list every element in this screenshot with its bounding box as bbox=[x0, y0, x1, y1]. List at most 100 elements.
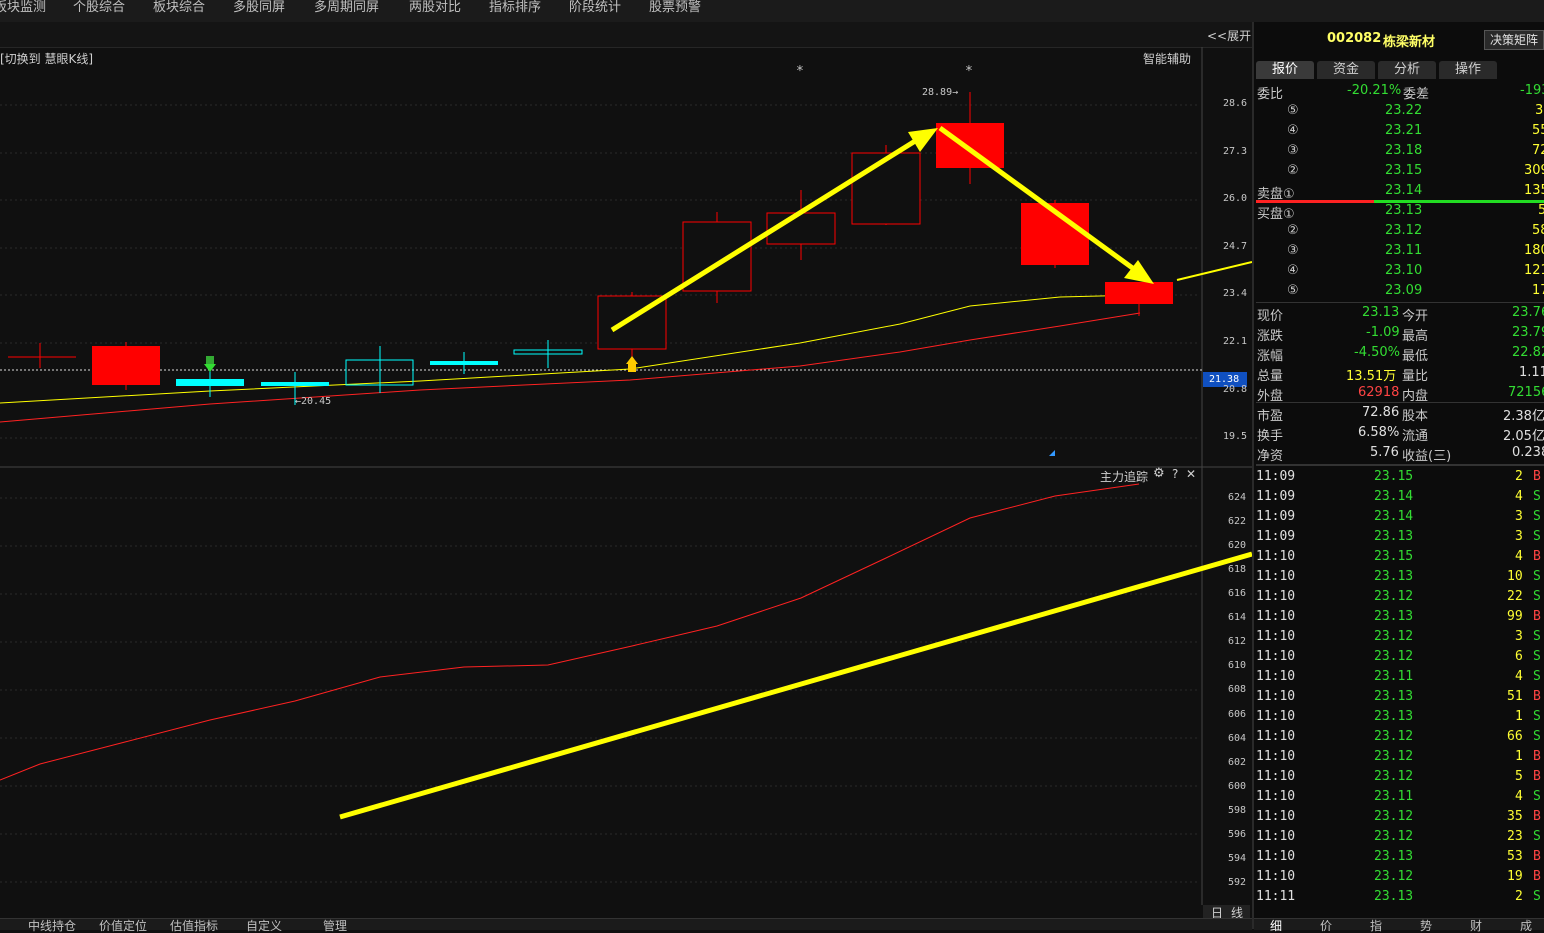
buy-signal-icon bbox=[628, 364, 636, 372]
tab-analysis[interactable]: 分析 bbox=[1378, 61, 1436, 79]
bottom-tab[interactable]: 价值定位 bbox=[99, 920, 147, 932]
tick-p: 23.13 bbox=[1374, 569, 1414, 584]
indicator-yaxis-tick: 614 bbox=[1228, 612, 1247, 623]
yaxis-tick: 23.4 bbox=[1223, 288, 1248, 299]
stat-value: 1.11 bbox=[1519, 365, 1544, 380]
indicator-yaxis-tick: 602 bbox=[1228, 757, 1247, 768]
indicator-yaxis-tick: 618 bbox=[1228, 564, 1247, 575]
tick-p: 23.13 bbox=[1374, 689, 1414, 704]
yaxis-tick: 24.7 bbox=[1223, 241, 1248, 252]
indicator-title: 主力追踪 bbox=[1100, 470, 1149, 484]
help-button[interactable]: ? bbox=[1172, 467, 1178, 481]
bid-price: 23.10 bbox=[1385, 263, 1423, 278]
tick-t: 11:10 bbox=[1256, 609, 1296, 624]
tick-row: 11:10 23.12 6 S bbox=[1256, 649, 1544, 669]
tick-t: 11:10 bbox=[1256, 709, 1296, 724]
tick-d: S bbox=[1533, 489, 1541, 504]
stat-value: 72.86 bbox=[1362, 405, 1400, 420]
tick-row: 11:10 23.13 51 B bbox=[1256, 689, 1544, 709]
tick-t: 11:10 bbox=[1256, 669, 1296, 684]
bid-price: 23.11 bbox=[1385, 243, 1423, 258]
tick-d: S bbox=[1533, 629, 1541, 644]
bid-level: ④ bbox=[1287, 263, 1299, 278]
bottom-tab[interactable]: 估值指标 bbox=[170, 920, 218, 932]
tick-v: 3 bbox=[1515, 529, 1523, 544]
arrow-to-orderbook bbox=[1176, 261, 1252, 281]
stat-label: 今开 bbox=[1402, 309, 1429, 324]
tick-v: 66 bbox=[1507, 729, 1523, 744]
tick-t: 11:10 bbox=[1256, 809, 1296, 824]
tick-p: 23.13 bbox=[1374, 609, 1414, 624]
tick-row: 11:10 23.12 22 S bbox=[1256, 589, 1544, 609]
period-tabs: 日 线 bbox=[1203, 905, 1250, 920]
stat-value: 23.13 bbox=[1362, 305, 1400, 320]
tick-v: 10 bbox=[1507, 569, 1523, 584]
tick-p: 23.12 bbox=[1374, 629, 1414, 644]
kline-grid bbox=[0, 104, 1200, 439]
tick-d: S bbox=[1533, 569, 1541, 584]
tick-d: B bbox=[1533, 869, 1541, 884]
tick-t: 11:11 bbox=[1256, 889, 1296, 904]
close-indicator-button[interactable]: ✕ bbox=[1186, 467, 1196, 481]
tick-v: 1 bbox=[1515, 749, 1523, 764]
stat-value: 23.76 bbox=[1512, 305, 1544, 320]
tick-v: 3 bbox=[1515, 629, 1523, 644]
indicator-yaxis-tick: 624 bbox=[1228, 492, 1247, 503]
high-price-label: 28.89→ bbox=[922, 87, 959, 98]
stat-value: 22.82 bbox=[1512, 345, 1544, 360]
quote-bottom-tab[interactable]: 价 bbox=[1320, 920, 1332, 932]
bottom-tab[interactable]: 管理 bbox=[323, 920, 347, 932]
stat-value: 2.38亿 bbox=[1503, 409, 1544, 424]
stat-label: 现价 bbox=[1257, 309, 1284, 324]
quote-bottom-tab[interactable]: 指 bbox=[1370, 920, 1382, 932]
ask-price: 23.18 bbox=[1385, 143, 1423, 158]
tick-row: 11:09 23.13 3 S bbox=[1256, 529, 1544, 549]
tab-funds[interactable]: 资金 bbox=[1317, 61, 1375, 79]
decision-matrix-button[interactable]: 决策矩阵 bbox=[1484, 30, 1544, 50]
tab-quote[interactable]: 报价 bbox=[1256, 61, 1314, 79]
tab-operation[interactable]: 操作 bbox=[1439, 61, 1497, 79]
candle bbox=[1105, 282, 1173, 304]
bid-volume: 121 bbox=[1524, 263, 1544, 278]
buy-signal-icon bbox=[626, 356, 638, 364]
ask-volume: 135 bbox=[1524, 183, 1544, 198]
stat-value: 62918 bbox=[1358, 385, 1400, 400]
arrow-indicator-trend bbox=[339, 551, 1252, 820]
yaxis-tick: 27.3 bbox=[1223, 146, 1248, 157]
tick-p: 23.12 bbox=[1374, 829, 1414, 844]
ma-line-red bbox=[0, 312, 1141, 423]
tick-v: 4 bbox=[1515, 669, 1523, 684]
tick-d: S bbox=[1533, 829, 1541, 844]
quote-bottom-tab[interactable]: 成 bbox=[1520, 920, 1532, 932]
tick-p: 23.12 bbox=[1374, 769, 1414, 784]
bottom-tab[interactable]: 自定义 bbox=[246, 920, 282, 932]
indicator-yaxis-tick: 622 bbox=[1228, 516, 1247, 527]
stat-value: -1.09 bbox=[1366, 325, 1400, 340]
tick-v: 53 bbox=[1507, 849, 1523, 864]
indicator-yaxis-tick: 596 bbox=[1228, 829, 1247, 840]
tick-t: 11:10 bbox=[1256, 769, 1296, 784]
gear-icon[interactable]: ⚙ bbox=[1153, 466, 1165, 481]
ask-price: 23.22 bbox=[1385, 103, 1423, 118]
indicator-yaxis-tick: 606 bbox=[1228, 709, 1247, 720]
yaxis-tick: 28.6 bbox=[1223, 98, 1248, 109]
indicator-yaxis-tick: 594 bbox=[1228, 853, 1247, 864]
divider bbox=[1256, 402, 1544, 403]
tick-v: 19 bbox=[1507, 869, 1523, 884]
ask-level: ③ bbox=[1287, 143, 1299, 158]
bottom-tab[interactable]: 中线持仓 bbox=[28, 920, 76, 932]
tick-t: 11:10 bbox=[1256, 749, 1296, 764]
tick-v: 99 bbox=[1507, 609, 1523, 624]
tick-t: 11:10 bbox=[1256, 589, 1296, 604]
quote-bottom-tab[interactable]: 细 bbox=[1270, 920, 1282, 932]
candle bbox=[261, 382, 329, 386]
quote-bottom-tab[interactable]: 财 bbox=[1470, 920, 1482, 932]
tick-d: S bbox=[1533, 709, 1541, 724]
stat-value: -4.50% bbox=[1354, 345, 1400, 360]
stat-value: 2.05亿 bbox=[1503, 429, 1544, 444]
bid-level: ⑤ bbox=[1287, 283, 1299, 298]
tick-t: 11:09 bbox=[1256, 529, 1296, 544]
stat-value: 13.51万 bbox=[1346, 369, 1397, 384]
tick-d: B bbox=[1533, 849, 1541, 864]
quote-bottom-tab[interactable]: 势 bbox=[1420, 920, 1432, 932]
